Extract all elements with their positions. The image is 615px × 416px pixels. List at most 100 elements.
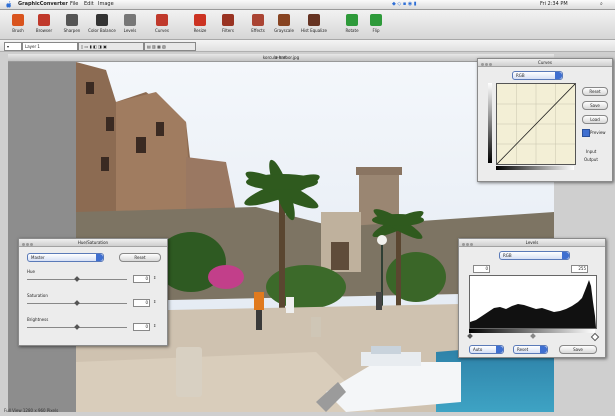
- tool-label: Browser: [35, 28, 53, 33]
- sharpen-icon: [66, 14, 78, 26]
- tool-sharpen-button[interactable]: Sharpen: [58, 10, 86, 39]
- tool-preset-select[interactable]: ▾: [4, 42, 22, 51]
- panel-controls[interactable]: [481, 61, 493, 68]
- effects-icon: [252, 14, 264, 26]
- output-gradient: [488, 83, 492, 163]
- tool-brush-button[interactable]: Browser: [30, 10, 58, 39]
- preview-checkbox[interactable]: [582, 129, 590, 137]
- hue-saturation-panel: Hue/Saturation Master Reset Hue 0 ⇕ Saturat…: [18, 238, 168, 346]
- slider-knob[interactable]: [74, 324, 80, 330]
- tool-effects-button[interactable]: Effects: [244, 10, 272, 39]
- document-title: korcula-harbor.jpg: [262, 55, 300, 60]
- equalize-icon: [308, 14, 320, 26]
- stepper-icon[interactable]: ⇕: [153, 323, 156, 328]
- resize-icon: [194, 14, 206, 26]
- levels-auto-button[interactable]: Auto: [469, 345, 504, 354]
- curves-icon: [156, 14, 168, 26]
- spotlight-icon[interactable]: ⌕: [600, 1, 603, 7]
- align-buttons[interactable]: ▯ ▭ ▮ ◧ ◨ ▣: [78, 42, 144, 51]
- flip-icon: [370, 14, 382, 26]
- levels-save-button[interactable]: Save: [559, 345, 597, 354]
- levels-titlebar[interactable]: Levels: [459, 239, 605, 247]
- adjust-titlebar[interactable]: Hue/Saturation: [19, 239, 167, 247]
- slider-value-field[interactable]: 0: [133, 275, 150, 283]
- color-balance-icon: [96, 14, 108, 26]
- panel-controls[interactable]: [22, 241, 34, 248]
- stepper-icon[interactable]: ⇕: [153, 275, 156, 280]
- adjust-reset-button[interactable]: Reset: [119, 253, 161, 262]
- status-bar: Full View 1280 x 960 Pixels: [4, 408, 59, 413]
- options-bar: ▾ Layer 1 ▯ ▭ ▮ ◧ ◨ ▣ ▤ ▥ ▦ ▧: [0, 40, 615, 52]
- slider-knob[interactable]: [74, 300, 80, 306]
- levels-gamma-point[interactable]: [530, 333, 536, 339]
- tool-flip-button[interactable]: Flip: [362, 10, 390, 39]
- tool-label: Grayscale: [274, 28, 294, 33]
- input-label: Input: [586, 149, 597, 154]
- tool-equalize-button[interactable]: Hist Equalize: [300, 10, 328, 39]
- curves-channel-select[interactable]: RGB: [512, 71, 563, 80]
- levels-black-point[interactable]: [467, 333, 473, 339]
- slider-value-field[interactable]: 0: [133, 323, 150, 331]
- tool-label: Color Balance: [88, 28, 116, 33]
- apple-menu-icon[interactable]: [6, 1, 12, 10]
- adjust-title: Hue/Saturation: [77, 240, 109, 245]
- tool-label: Resize: [193, 28, 207, 33]
- app-menu[interactable]: GraphicConverter: [18, 1, 68, 7]
- tool-label: Sharpen: [63, 28, 81, 33]
- grayscale-icon: [278, 14, 290, 26]
- input-gradient: [496, 166, 574, 170]
- tool-label: Flip: [372, 28, 380, 33]
- levels-input-low[interactable]: 0: [473, 265, 490, 273]
- levels-reset-button[interactable]: Reset: [513, 345, 548, 354]
- preview-label: Preview: [590, 130, 606, 135]
- curves-title: Curves: [538, 60, 552, 65]
- slider-label: Hue: [27, 269, 36, 274]
- levels-icon: [124, 14, 136, 26]
- tool-label: Levels: [123, 28, 137, 33]
- tool-pencil-button[interactable]: Brush: [4, 10, 32, 39]
- toolbar: Brush Browser Sharpen Color Balance Levels Cu…: [0, 10, 615, 40]
- menubar-clock: Fri 2:34 PM: [540, 1, 568, 7]
- menu-file[interactable]: File: [70, 1, 78, 7]
- document-titlebar[interactable]: korcula-harbor.jpg: [8, 54, 554, 62]
- stepper-icon[interactable]: ⇕: [153, 299, 156, 304]
- layer-select[interactable]: Layer 1: [22, 42, 78, 51]
- tool-grayscale-button[interactable]: Grayscale: [270, 10, 298, 39]
- curves-save-button[interactable]: Save: [582, 101, 608, 110]
- status-icons: ◆ ◇ ▪ ◉ ▮: [392, 1, 417, 7]
- panel-controls[interactable]: [462, 241, 474, 248]
- adjust-channel-select[interactable]: Master: [27, 253, 104, 262]
- curves-titlebar[interactable]: Curves: [478, 59, 612, 67]
- distribute-buttons[interactable]: ▤ ▥ ▦ ▧: [144, 42, 196, 51]
- curves-load-button[interactable]: Load: [582, 115, 608, 124]
- menu-edit[interactable]: Edit: [84, 1, 94, 7]
- curves-reset-button[interactable]: Reset: [582, 87, 608, 96]
- tool-label: Effects: [251, 28, 265, 33]
- slider-value-field[interactable]: 0: [133, 299, 150, 307]
- tool-label: Curves: [155, 28, 169, 33]
- rotate-icon: [346, 14, 358, 26]
- levels-channel-select[interactable]: RGB: [499, 251, 570, 260]
- output-label: Output: [584, 157, 598, 162]
- levels-input-high[interactable]: 255: [571, 265, 588, 273]
- pencil-icon: [12, 14, 24, 26]
- histogram-graph: [470, 280, 596, 328]
- tool-label: Filters: [222, 28, 234, 33]
- slider-label: Brightness: [27, 317, 49, 322]
- menu-image[interactable]: Image: [98, 1, 114, 7]
- tool-resize-button[interactable]: Resize: [186, 10, 214, 39]
- slider-knob[interactable]: [74, 276, 80, 282]
- tool-label: Brush: [12, 28, 24, 33]
- menu-bar: GraphicConverter File Edit Image ◆ ◇ ▪ ◉…: [0, 0, 615, 10]
- tool-filters-button[interactable]: Filters: [214, 10, 242, 39]
- tool-curves-button[interactable]: Curves: [148, 10, 176, 39]
- tool-color-balance-button[interactable]: Color Balance: [88, 10, 116, 39]
- slider-label: Saturation: [27, 293, 48, 298]
- levels-white-point[interactable]: [590, 332, 600, 342]
- curves-panel: Curves RGB Reset Save Load Preview Input…: [477, 58, 613, 182]
- curve-line: [496, 83, 576, 165]
- tool-levels-button[interactable]: Levels: [116, 10, 144, 39]
- levels-panel: Levels RGB 0 255 Auto Reset Save: [458, 238, 606, 358]
- curves-graph[interactable]: [496, 83, 576, 165]
- tool-label: Hist Equalize: [301, 28, 327, 33]
